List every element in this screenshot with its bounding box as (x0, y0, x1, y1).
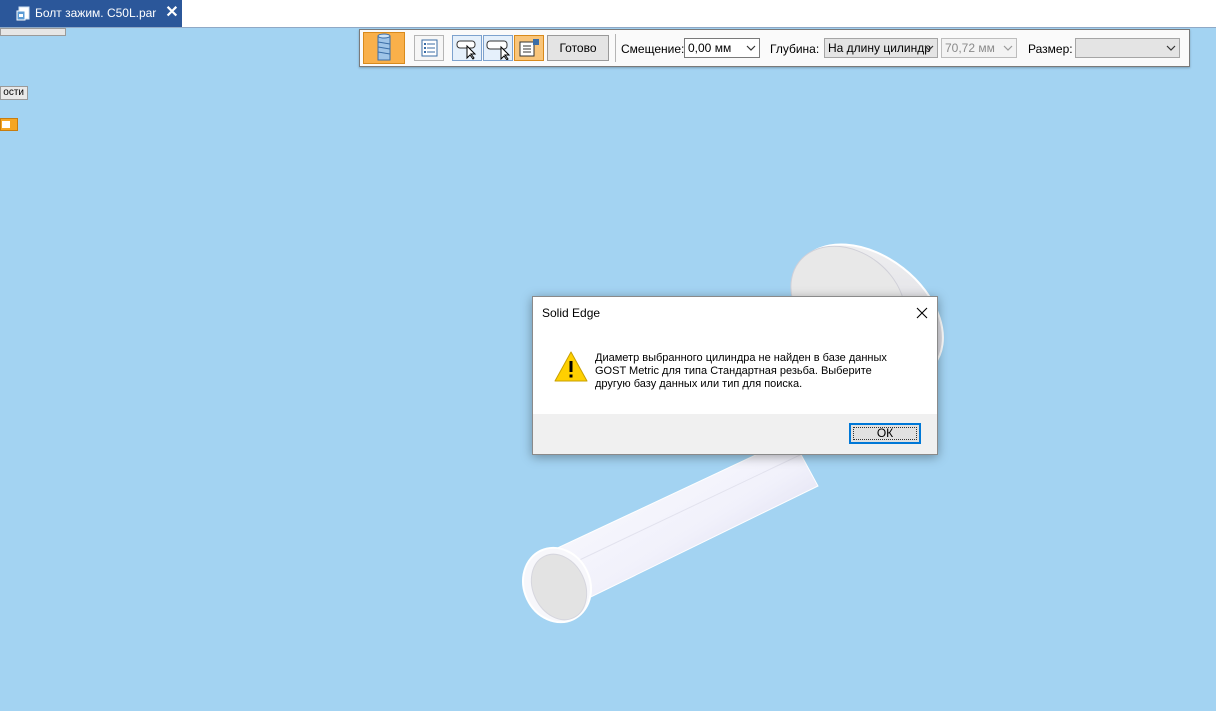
depth-select[interactable]: На длину цилиндр (824, 38, 938, 58)
chevron-down-icon (1166, 45, 1176, 51)
ok-button-label: ОК (876, 426, 894, 440)
close-icon (916, 307, 928, 319)
thread-length-value: 70,72 мм (945, 41, 995, 55)
done-button[interactable]: Готово (547, 35, 609, 61)
dialog-message-line: GOST Metric для типа Стандартная резьба.… (595, 365, 872, 377)
thread-length-field: 70,72 мм (941, 38, 1017, 58)
depth-value: На длину цилиндр (828, 41, 931, 55)
chevron-down-icon (924, 45, 934, 51)
command-bar: Готово Смещение: 0,00 мм Глубина: На дли… (359, 29, 1190, 67)
dialog-message: Диаметр выбранного цилиндра не найден в … (595, 352, 925, 391)
dialog-footer: ОК (533, 414, 937, 454)
select-cylinder-button[interactable] (452, 35, 482, 61)
chevron-down-icon (1003, 45, 1013, 51)
offset-value: 0,00 мм (688, 41, 732, 55)
dialog-title: Solid Edge (542, 306, 601, 320)
thread-settings-button[interactable] (514, 35, 544, 61)
select-face-button[interactable] (483, 35, 513, 61)
offset-label: Смещение: (621, 42, 685, 56)
dialog-close-button[interactable] (912, 304, 932, 322)
warning-icon (554, 350, 588, 383)
dialog-message-line: другую базу данных или тип для поиска. (595, 378, 803, 390)
cylinder-thread-icon (377, 33, 391, 61)
depth-label: Глубина: (770, 42, 820, 56)
size-select[interactable] (1075, 38, 1180, 58)
options-list-icon (421, 39, 438, 57)
size-label: Размер: (1028, 42, 1073, 56)
toolbar-divider (615, 34, 616, 62)
select-face-icon (486, 40, 511, 60)
chevron-down-icon (746, 45, 756, 51)
offset-field[interactable]: 0,00 мм (684, 38, 760, 58)
options-button[interactable] (414, 35, 444, 61)
select-cylinder-icon (456, 40, 477, 60)
thread-settings-icon (519, 39, 539, 57)
thread-step-button[interactable] (363, 32, 405, 64)
dialog-message-line: Диаметр выбранного цилиндра не найден в … (595, 352, 887, 364)
ok-button[interactable]: ОК (849, 423, 921, 444)
message-dialog: Solid Edge Диаметр выбранного цилиндра н… (532, 296, 938, 455)
